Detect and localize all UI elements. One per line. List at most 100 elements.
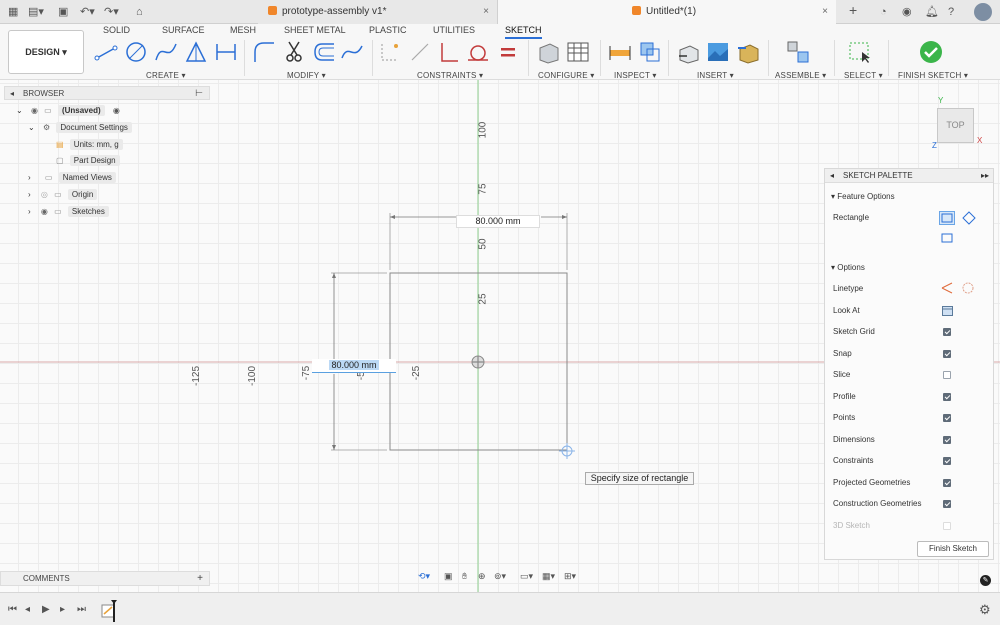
zoom-window-icon[interactable]: ⊕ — [478, 571, 486, 582]
height-dimension-input[interactable]: 80.000 mm — [312, 359, 396, 373]
profile-checkbox[interactable] — [943, 393, 951, 401]
eye-icon[interactable]: ◉ — [41, 207, 48, 216]
insert-canvas-icon[interactable] — [706, 40, 730, 64]
feedback-icon[interactable]: ✎ — [980, 575, 991, 586]
insert-derive-icon[interactable] — [676, 40, 700, 64]
go-to-start-icon[interactable]: ⏮ — [8, 604, 17, 615]
select-icon[interactable] — [848, 40, 872, 64]
modify-spline-icon[interactable] — [340, 40, 364, 64]
inspect-group[interactable]: INSPECT ▾ — [614, 71, 657, 80]
insert-group[interactable]: INSERT ▾ — [697, 71, 734, 80]
document-tab-1[interactable]: prototype-assembly v1* × — [258, 0, 498, 24]
chevron-down-icon[interactable]: ⌄ — [28, 123, 35, 132]
trim-scissors-icon[interactable] — [282, 40, 306, 64]
measure-icon[interactable] — [608, 40, 632, 64]
circle-tool-icon[interactable] — [124, 40, 148, 64]
close-icon[interactable]: × — [483, 0, 489, 24]
look-at-icon[interactable]: ▣ — [444, 571, 453, 582]
chevron-right-icon[interactable]: › — [28, 173, 31, 182]
three-point-rectangle-icon[interactable] — [941, 233, 953, 243]
width-dimension-label[interactable]: 80.000 mm — [456, 215, 540, 228]
two-point-rectangle-icon[interactable] — [939, 211, 955, 225]
tab-sketch[interactable]: SKETCH — [505, 25, 542, 39]
browser-item-origin[interactable]: › ◎ ▭ Origin — [28, 188, 98, 202]
panel-toggle-icon[interactable]: ⊢ — [195, 87, 203, 100]
points-checkbox[interactable] — [943, 414, 951, 422]
browser-item-units[interactable]: ▤ Units: mm, g — [56, 138, 123, 152]
grid-icon[interactable]: ▦▾ — [542, 571, 555, 582]
constraints-group[interactable]: CONSTRAINTS ▾ — [417, 71, 483, 80]
browser-item-part-design[interactable]: ▢ Part Design — [56, 154, 120, 168]
coincident-icon[interactable] — [378, 40, 402, 64]
view-cube[interactable]: TOP — [937, 108, 974, 143]
create-group[interactable]: CREATE ▾ — [146, 71, 186, 80]
palette-header[interactable]: ◂ SKETCH PALETTE ▸▸ — [825, 169, 993, 183]
finish-sketch-group[interactable]: FINISH SKETCH ▾ — [898, 71, 968, 80]
constraints-checkbox[interactable] — [943, 457, 951, 465]
collapse-arrow-icon[interactable]: ◂ — [10, 87, 14, 100]
go-to-end-icon[interactable]: ⏭ — [77, 604, 86, 615]
pan-icon[interactable]: ✋︎ — [462, 571, 467, 582]
slice-checkbox[interactable] — [943, 371, 951, 379]
redo-icon[interactable]: ↷▾ — [104, 5, 119, 19]
collinear-icon[interactable] — [408, 40, 432, 64]
browser-header[interactable]: ◂ BROWSER ⊢ — [4, 86, 210, 100]
chevron-right-icon[interactable]: › — [28, 207, 31, 216]
checkmark-icon[interactable] — [919, 40, 943, 64]
offset-tool-icon[interactable] — [312, 40, 336, 64]
chevron-down-icon[interactable]: ▾ — [831, 263, 835, 272]
chevron-down-icon[interactable]: ⌄ — [16, 106, 23, 115]
bell-icon[interactable]: 🔔︎ — [925, 5, 939, 19]
equal-icon[interactable] — [496, 40, 520, 64]
finish-sketch-button[interactable]: Finish Sketch — [917, 541, 989, 557]
tab-utilities[interactable]: UTILITIES — [433, 25, 475, 35]
centerline-linetype-icon[interactable] — [962, 282, 974, 294]
line-tool-icon[interactable] — [94, 40, 118, 64]
tab-surface[interactable]: SURFACE — [162, 25, 205, 35]
apps-grid-icon[interactable]: ▦ — [8, 5, 18, 19]
dimension-tool-icon[interactable] — [214, 40, 238, 64]
configure-table-icon[interactable] — [566, 40, 590, 64]
configure-block-icon[interactable] — [536, 40, 560, 64]
avatar[interactable] — [974, 3, 992, 21]
tab-solid[interactable]: SOLID — [103, 25, 130, 35]
eye-hidden-icon[interactable]: ◎ — [41, 190, 48, 199]
new-tab-icon[interactable]: + — [849, 3, 857, 17]
activate-radio-icon[interactable]: ◉ — [113, 106, 120, 115]
add-comment-button[interactable]: + — [197, 572, 203, 585]
tab-mesh[interactable]: MESH — [230, 25, 256, 35]
close-icon[interactable]: × — [822, 0, 828, 24]
comments-panel[interactable]: COMMENTS + — [0, 571, 210, 586]
timeline-sketch-icon[interactable] — [100, 600, 120, 622]
help-icon[interactable]: ? — [948, 5, 954, 19]
select-group[interactable]: SELECT ▾ — [844, 71, 883, 80]
configure-group[interactable]: CONFIGURE ▾ — [538, 71, 594, 80]
save-icon[interactable]: ▣ — [58, 5, 68, 19]
sketch-grid-checkbox[interactable] — [943, 328, 951, 336]
fillet-tool-icon[interactable] — [252, 40, 276, 64]
interference-icon[interactable] — [638, 40, 662, 64]
browser-item-sketches[interactable]: › ◉ ▭ Sketches — [28, 205, 109, 219]
dimensions-checkbox[interactable] — [943, 436, 951, 444]
expand-icon[interactable]: ▸▸ — [981, 169, 989, 183]
assemble-group[interactable]: ASSEMBLE ▾ — [775, 71, 826, 80]
eye-icon[interactable]: ◉ — [31, 106, 38, 115]
home-icon[interactable]: ⌂ — [136, 5, 143, 19]
undo-icon[interactable]: ↶▾ — [80, 5, 95, 19]
assemble-joint-icon[interactable] — [786, 40, 810, 64]
feature-options-header[interactable]: ▾ Feature Options — [831, 190, 895, 204]
workspace-switcher-button[interactable]: DESIGN ▾ — [8, 30, 84, 74]
chevron-right-icon[interactable]: › — [28, 190, 31, 199]
polygon-tool-icon[interactable] — [184, 40, 208, 64]
display-settings-icon[interactable]: ▭▾ — [520, 571, 533, 582]
chevron-down-icon[interactable]: ▾ — [831, 192, 835, 201]
snap-checkbox[interactable] — [943, 350, 951, 358]
perpendicular-icon[interactable] — [436, 40, 460, 64]
step-back-icon[interactable]: ◂ — [25, 604, 30, 615]
zoom-fit-icon[interactable]: ⊚▾ — [494, 571, 506, 582]
projected-geometries-checkbox[interactable] — [943, 479, 951, 487]
browser-item-document-settings[interactable]: ⌄ ⚙ Document Settings — [28, 121, 132, 135]
step-forward-icon[interactable]: ▸ — [60, 604, 65, 615]
orbit-icon[interactable]: ⟲▾ — [418, 571, 430, 582]
dimension-value[interactable]: 80.000 mm — [329, 360, 379, 370]
